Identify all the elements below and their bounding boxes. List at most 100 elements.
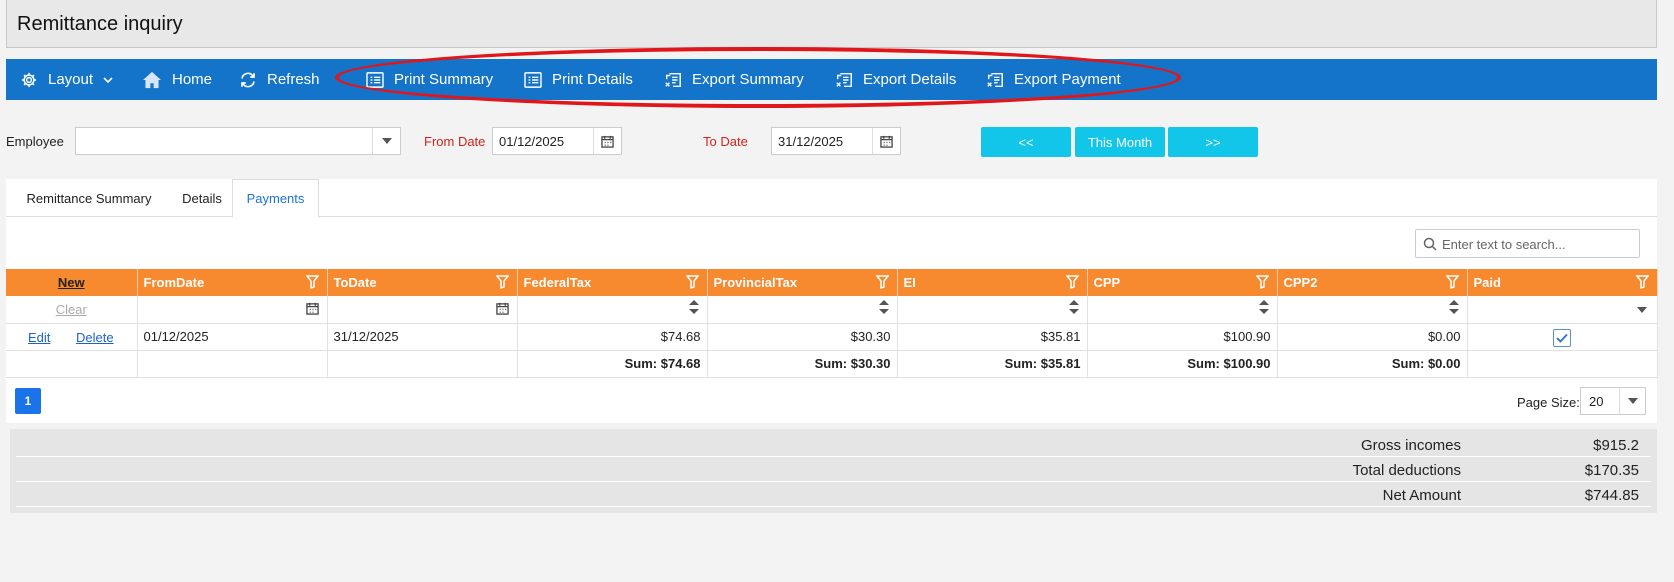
refresh-button[interactable]: Refresh <box>239 59 320 100</box>
to-date-field[interactable]: 31/12/2025 <box>771 127 901 155</box>
column-header-ei[interactable]: EI <box>897 269 1088 296</box>
gross-incomes-value: $915.2 <box>1593 437 1639 454</box>
gross-incomes-label: Gross incomes <box>1360 437 1461 454</box>
export-payment-label: Export Payment <box>1014 71 1121 88</box>
chevron-down-icon[interactable] <box>1619 388 1645 414</box>
paid-cell <box>1467 323 1658 351</box>
filter-icon[interactable] <box>1635 275 1649 289</box>
cpp-cell: $100.90 <box>1087 323 1278 351</box>
export-icon <box>665 72 681 87</box>
search-icon <box>1423 237 1437 251</box>
export-icon <box>987 72 1003 87</box>
column-label: EI <box>903 275 916 290</box>
ei-sum: Sum: $35.81 <box>897 350 1088 378</box>
export-payment-button[interactable]: Export Payment <box>986 59 1121 100</box>
tab-remittance-summary[interactable]: Remittance Summary <box>14 179 164 217</box>
column-header-provincialtax[interactable]: ProvincialTax <box>707 269 898 296</box>
grid-header-row: New FromDate ToDate FederalTax Provincia… <box>6 269 1658 296</box>
chevron-down-icon[interactable] <box>372 128 400 154</box>
from-date-field[interactable]: 01/12/2025 <box>492 127 622 155</box>
employee-select[interactable] <box>75 127 401 155</box>
provincialtax-sum: Sum: $30.30 <box>707 350 898 378</box>
calendar-icon[interactable] <box>305 302 319 315</box>
federaltax-filter[interactable] <box>517 296 708 324</box>
column-label: ToDate <box>333 275 377 290</box>
net-amount-value: $744.85 <box>1584 487 1639 504</box>
ei-cell: $35.81 <box>897 323 1088 351</box>
fromdate-cell: 01/12/2025 <box>137 323 328 351</box>
filter-icon[interactable] <box>1065 275 1079 289</box>
home-button[interactable]: Home <box>142 59 212 100</box>
column-label: ProvincialTax <box>713 275 798 290</box>
cpp2-cell: $0.00 <box>1277 323 1468 351</box>
export-icon <box>836 72 852 87</box>
export-details-button[interactable]: Export Details <box>835 59 956 100</box>
net-amount-label: Net Amount <box>1382 487 1461 504</box>
column-header-todate[interactable]: ToDate <box>327 269 518 296</box>
tab-payments[interactable]: Payments <box>232 179 319 218</box>
column-label: FederalTax <box>523 275 592 290</box>
ei-filter[interactable] <box>897 296 1088 324</box>
column-header-cpp2[interactable]: CPP2 <box>1277 269 1468 296</box>
filter-icon[interactable] <box>875 275 889 289</box>
provincialtax-cell: $30.30 <box>707 323 898 351</box>
chevron-down-icon[interactable] <box>1636 307 1647 313</box>
search-input[interactable]: Enter text to search... <box>1415 229 1640 258</box>
spinner-icon[interactable] <box>878 300 889 314</box>
tab-strip: Remittance Summary Details Payments <box>6 179 1657 218</box>
payments-grid: New FromDate ToDate FederalTax Provincia… <box>6 269 1658 378</box>
new-record-header: New <box>6 269 138 296</box>
page-size-select[interactable]: 20 <box>1580 387 1646 415</box>
previous-month-button[interactable]: << <box>981 127 1071 157</box>
export-summary-button[interactable]: Export Summary <box>664 59 804 100</box>
provincialtax-filter[interactable] <box>707 296 898 324</box>
layout-label: Layout <box>48 71 94 88</box>
export-summary-label: Export Summary <box>692 71 804 88</box>
fromdate-filter[interactable] <box>137 296 328 324</box>
calendar-icon[interactable] <box>872 128 900 154</box>
todate-filter[interactable] <box>327 296 518 324</box>
total-deductions-row: Total deductions $170.35 <box>16 458 1651 482</box>
new-record-link[interactable]: New <box>58 275 85 290</box>
spinner-icon[interactable] <box>1448 300 1459 314</box>
tab-panel: Remittance Summary Details Payments Ente… <box>6 179 1658 423</box>
column-header-federaltax[interactable]: FederalTax <box>517 269 708 296</box>
next-month-button[interactable]: >> <box>1168 127 1258 157</box>
paid-checkbox[interactable] <box>1553 328 1571 347</box>
paid-filter[interactable] <box>1467 296 1658 324</box>
to-date-value: 31/12/2025 <box>778 134 844 149</box>
cpp-filter[interactable] <box>1087 296 1278 324</box>
edit-link[interactable]: Edit <box>28 330 50 345</box>
column-header-fromdate[interactable]: FromDate <box>137 269 328 296</box>
toolbar: Layout Home Refresh Print Summary Print … <box>6 59 1657 100</box>
layout-menu-button[interactable]: Layout <box>20 59 113 100</box>
filter-icon[interactable] <box>1445 275 1459 289</box>
tab-details[interactable]: Details <box>166 179 238 217</box>
export-details-label: Export Details <box>863 71 957 88</box>
from-date-label: From Date <box>424 134 486 149</box>
gear-icon <box>21 72 37 87</box>
federaltax-sum: Sum: $74.68 <box>517 350 708 378</box>
totals-panel: Gross incomes $915.2 Total deductions $1… <box>10 429 1657 513</box>
this-month-button[interactable]: This Month <box>1075 127 1165 157</box>
filter-icon[interactable] <box>305 275 319 289</box>
calendar-icon[interactable] <box>593 128 621 154</box>
refresh-icon <box>241 72 255 87</box>
spinner-icon[interactable] <box>1068 300 1079 314</box>
clear-filter-link[interactable]: Clear <box>56 302 87 317</box>
print-details-button[interactable]: Print Details <box>524 59 633 100</box>
column-header-cpp[interactable]: CPP <box>1087 269 1278 296</box>
column-header-paid[interactable]: Paid <box>1467 269 1658 296</box>
filter-icon[interactable] <box>495 275 509 289</box>
todate-cell: 31/12/2025 <box>327 323 518 351</box>
spinner-icon[interactable] <box>1258 300 1269 314</box>
cpp2-filter[interactable] <box>1277 296 1468 324</box>
calendar-icon[interactable] <box>495 302 509 315</box>
delete-link[interactable]: Delete <box>76 330 114 345</box>
page-1-button[interactable]: 1 <box>15 388 41 414</box>
filter-icon[interactable] <box>685 275 699 289</box>
filter-icon[interactable] <box>1255 275 1269 289</box>
print-list-icon <box>524 71 542 88</box>
spinner-icon[interactable] <box>688 300 699 314</box>
print-summary-button[interactable]: Print Summary <box>366 59 493 100</box>
